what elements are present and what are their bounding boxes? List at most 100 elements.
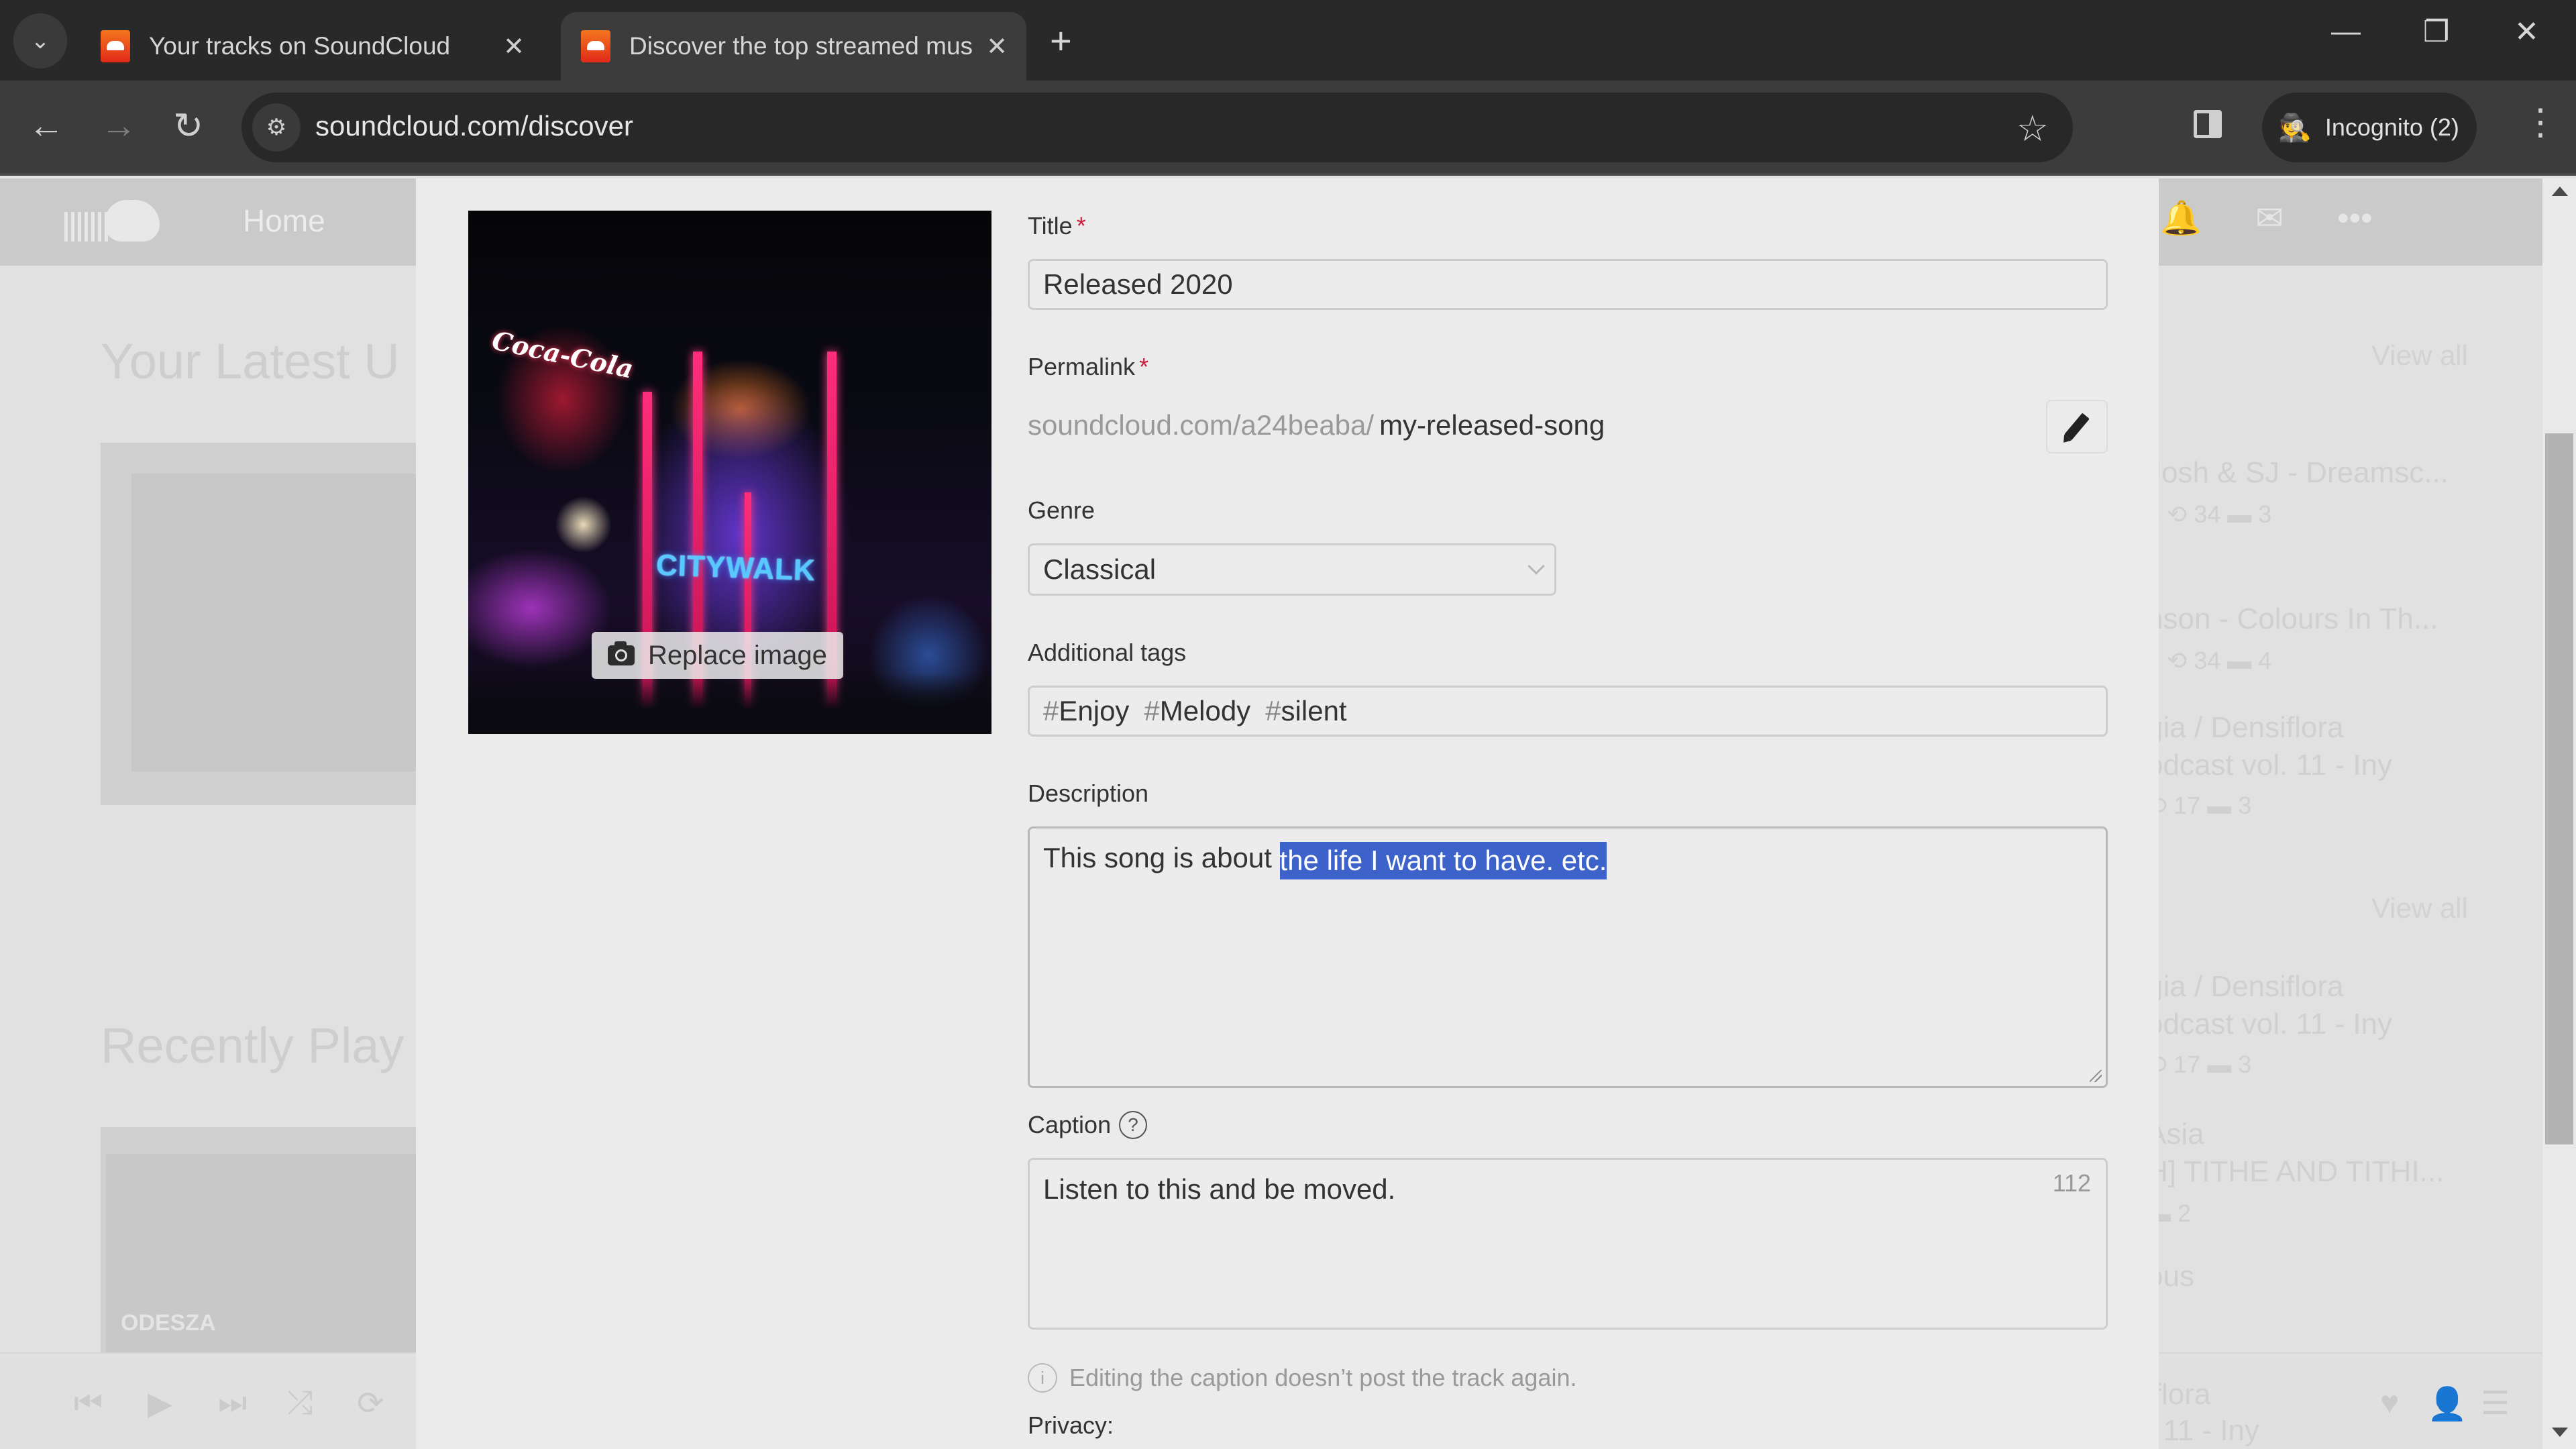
tab-discover[interactable]: Discover the top streamed mus ✕ [561,12,1026,80]
forward-button[interactable]: → [101,105,137,146]
tab-search-button[interactable]: ⌄ [13,13,67,68]
section-heading-recent: Recently Play [101,1018,405,1073]
more-icon: ••• [2337,199,2373,237]
bg-track-subtitle: odcast vol. 11 - Iny [2147,749,2393,782]
pencil-icon [2064,413,2090,441]
url-text[interactable]: soundcloud.com/discover [315,110,633,142]
section-heading-latest: Your Latest U [101,333,400,389]
selected-text: the life I want to have. etc. [1279,842,1607,879]
permalink-label: Permalink * [1028,353,1149,380]
bg-track-stats: ▬ 2 [2147,1199,2192,1227]
header-icons: 🔔 ✉ ••• [2160,199,2373,238]
genre-label: Genre [1028,496,1095,524]
shuffle-icon: ⤮ [287,1385,313,1421]
window-close-button[interactable]: ✕ [2514,15,2539,49]
bg-track-title: gia / Densiflora [2147,970,2344,1003]
required-mark: * [1139,353,1149,380]
tab-your-tracks[interactable]: Your tracks on SoundCloud ✕ [80,12,543,80]
bg-track-subtitle: H] TITHE AND TITHI... [2147,1155,2445,1188]
tag-chip[interactable]: #silent [1265,695,1346,727]
tab-close-icon[interactable]: ✕ [503,32,525,62]
browser-menu-kebab-icon[interactable]: ⋮ [2522,101,2559,143]
replace-image-button[interactable]: Replace image [592,632,843,679]
arrow-left-icon: ← [28,105,64,146]
tune-icon: ⚙ [266,115,287,140]
recent-art-label: ODESZA [121,1310,216,1336]
incognito-profile-button[interactable]: 🕵 Incognito (2) [2262,93,2477,162]
description-textarea[interactable]: This song is about the life I want to ha… [1028,826,2108,1088]
genre-select[interactable]: Classical [1028,543,1556,596]
follow-icon: 👤 [2427,1387,2467,1422]
bg-track-title: Josh & SJ - Dreamsc... [2147,456,2449,489]
tags-input[interactable]: #Enjoy #Melody #silent [1028,686,2108,737]
restore-button[interactable]: ❐ [2423,15,2449,49]
bg-track-stats: 1 ⟲ 34 ▬ 4 [2147,647,2272,674]
next-icon: ⏭ [218,1385,248,1421]
reload-icon: ↻ [173,106,204,146]
bg-track-subtitle: odcast vol. 11 - Iny [2147,1008,2393,1040]
bell-icon: 🔔 [2160,199,2202,237]
title-input[interactable]: Released 2020 [1028,259,2108,310]
chevron-down-icon: ⌄ [30,28,50,54]
side-panel-icon[interactable] [2194,110,2222,138]
artwork-neon-citywalk: CITYWALK [655,548,816,588]
info-icon: i [1028,1363,1057,1393]
tab-title: Your tracks on SoundCloud [149,32,451,60]
site-info-button[interactable]: ⚙ [252,103,301,152]
caption-char-counter: 112 [2052,1169,2091,1197]
recent-artwork: ODESZA [101,1127,416,1352]
description-label: Description [1028,780,1149,807]
caption-textarea[interactable]: Listen to this and be moved. 112 [1028,1158,2108,1330]
incognito-label: Incognito (2) [2324,113,2459,141]
scroll-thumb[interactable] [2545,433,2573,1144]
tag-chip[interactable]: #Enjoy [1043,695,1129,727]
soundcloud-favicon-icon [581,30,610,62]
address-bar[interactable]: ⚙ soundcloud.com/discover ☆ [241,93,2073,162]
bg-track-title: Asia [2147,1118,2204,1150]
scroll-up-arrow-icon[interactable] [2552,186,2568,196]
tab-close-icon[interactable]: ✕ [986,32,1008,62]
soundcloud-logo-icon [64,200,165,244]
resize-handle[interactable] [2090,1070,2102,1082]
latest-upload-artwork [101,443,416,805]
bg-track-title: ous [2147,1260,2194,1293]
edit-permalink-button[interactable] [2046,400,2108,453]
bookmark-star-icon[interactable]: ☆ [2017,107,2049,150]
bg-track-stats: 8 ⟲ 34 ▬ 3 [2147,500,2272,528]
reload-button[interactable]: ↻ [173,105,203,147]
help-question-icon[interactable]: ? [1119,1111,1148,1139]
queue-icon: ☰ [2481,1386,2510,1421]
title-label: Title * [1028,212,1086,239]
bg-track-title: nson - Colours In Th... [2147,602,2438,635]
play-icon: ▶ [148,1386,172,1421]
page-scrollbar[interactable] [2542,178,2576,1449]
permalink-value: soundcloud.com/a24beaba/my-released-song [1028,409,1605,441]
browser-toolbar: ← → ↻ ⚙ soundcloud.com/discover ☆ 🕵 Inco… [0,80,2576,176]
required-mark: * [1076,212,1086,239]
incognito-icon: 🕵 [2278,113,2312,143]
view-all-link: View all [2371,339,2468,371]
tab-title: Discover the top streamed mus [629,32,973,60]
bg-track-stats: ⟲ 17 ▬ 3 [2147,792,2252,819]
back-button[interactable]: ← [28,105,64,146]
caption-hint: i Editing the caption doesn’t post the t… [1028,1363,1577,1393]
tag-chip[interactable]: #Melody [1144,695,1250,727]
scroll-down-arrow-icon[interactable] [2552,1428,2568,1437]
arrow-right-icon: → [101,105,137,146]
track-artwork: Coca-Cola CITYWALK Replace image [468,211,991,734]
repeat-icon: ⟳ [357,1386,384,1421]
bg-track-title: gia / Densiflora [2147,711,2344,744]
bg-track-stats: ⟲ 17 ▬ 3 [2147,1051,2252,1078]
artwork-neon-coke: Coca-Cola [489,325,637,384]
camera-icon [608,641,635,665]
tags-label: Additional tags [1028,639,1187,666]
permalink-base: soundcloud.com/a24beaba/ [1028,409,1375,441]
minimize-button[interactable]: — [2331,15,2361,48]
previous-icon: ⏮ [74,1385,103,1421]
new-tab-button[interactable]: + [1050,19,1072,62]
mail-icon: ✉ [2255,199,2284,237]
privacy-label: Privacy: [1028,1411,1114,1439]
replace-image-label: Replace image [648,640,827,670]
view-all-link: View all [2371,892,2468,924]
browser-tab-strip: ⌄ Your tracks on SoundCloud ✕ Discover t… [0,0,2576,80]
